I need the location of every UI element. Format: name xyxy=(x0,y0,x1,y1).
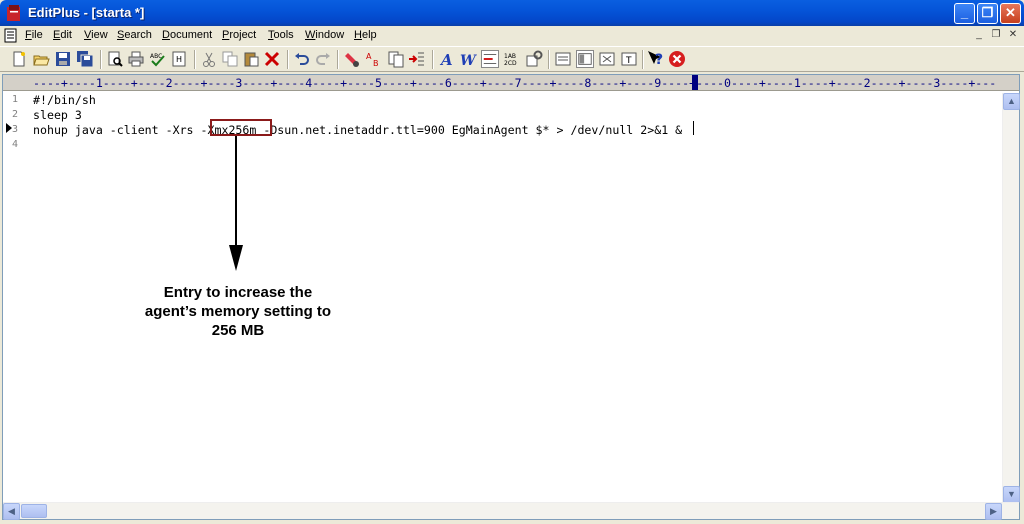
line-number: 4 xyxy=(12,139,19,150)
line-wrap-icon[interactable] xyxy=(481,50,499,68)
ruler-marks: ----+----1----+----2----+----3----+----4… xyxy=(33,76,997,90)
save-all-icon[interactable] xyxy=(76,50,94,68)
print-icon[interactable] xyxy=(127,50,145,68)
horizontal-scroll-thumb[interactable] xyxy=(21,504,47,518)
editor-pane[interactable]: ----+----1----+----2----+----3----+----4… xyxy=(2,74,1020,520)
menu-project[interactable]: Project xyxy=(222,29,256,41)
redo-icon[interactable] xyxy=(314,50,332,68)
new-file-icon[interactable] xyxy=(10,50,28,68)
menu-edit[interactable]: Edit xyxy=(53,29,72,41)
column-ruler: ----+----1----+----2----+----3----+----4… xyxy=(3,75,1019,91)
svg-text:H: H xyxy=(176,55,182,64)
toolbar-separator xyxy=(194,50,196,69)
code-line[interactable]: #!/bin/sh xyxy=(33,93,96,107)
menu-view[interactable]: View xyxy=(84,29,108,41)
document-icon[interactable]: H xyxy=(170,50,188,68)
svg-text:A: A xyxy=(439,51,453,68)
delete-icon[interactable] xyxy=(263,50,281,68)
menu-help[interactable]: Help xyxy=(354,29,377,41)
line-number-gutter: 1 2 3 4 xyxy=(3,92,29,502)
window-icon[interactable] xyxy=(554,50,572,68)
xmx-highlight-box xyxy=(210,119,272,136)
svg-text:B: B xyxy=(373,59,379,68)
annotation-line: agent’s memory setting to xyxy=(144,303,332,320)
annotation-callout: Entry to increase the agent’s memory set… xyxy=(118,283,358,340)
line-number: 2 xyxy=(12,109,19,120)
menu-tools[interactable]: Tools xyxy=(268,29,294,41)
spell-check-icon[interactable]: ABC xyxy=(149,50,167,68)
annotation-line: Entry to increase the xyxy=(163,284,313,301)
vertical-scrollbar[interactable]: ▲ ▼ xyxy=(1002,93,1020,503)
toolbar-separator xyxy=(287,50,289,69)
maximize-button[interactable]: ❐ xyxy=(977,3,998,24)
font-icon[interactable]: A xyxy=(438,50,456,68)
svg-text:A: A xyxy=(366,52,372,61)
window-title: EditPlus - [starta *] xyxy=(28,5,145,20)
open-folder-icon[interactable] xyxy=(32,50,50,68)
annotation-arrow-head xyxy=(229,245,243,271)
code-line[interactable]: sleep 3 xyxy=(33,108,82,122)
goto-icon[interactable] xyxy=(408,50,426,68)
copy-icon[interactable] xyxy=(221,50,239,68)
toolbar-separator xyxy=(337,50,339,69)
document-minimize-button[interactable]: _ xyxy=(972,29,986,42)
menu-window[interactable]: Window xyxy=(305,29,344,41)
text-caret xyxy=(693,121,694,135)
close-button[interactable]: ✕ xyxy=(1000,3,1021,24)
ruler-cursor-marker xyxy=(692,75,698,90)
svg-text:W: W xyxy=(460,53,477,68)
toolbar: ABC H AB A W 1AB 2CD T ? xyxy=(0,46,1024,72)
save-icon[interactable] xyxy=(54,50,72,68)
scroll-right-icon[interactable]: ▶ xyxy=(985,503,1002,520)
title-bar: EditPlus - [starta *] _ ❐ ✕ xyxy=(0,0,1024,26)
help-icon[interactable]: ? xyxy=(647,50,665,68)
find-icon[interactable] xyxy=(343,50,361,68)
line-number: 3 xyxy=(12,124,19,135)
replace-icon[interactable]: AB xyxy=(365,50,383,68)
paste-icon[interactable] xyxy=(242,50,260,68)
document-menu-icon[interactable] xyxy=(4,28,18,43)
clip-icon[interactable] xyxy=(598,50,616,68)
user-tool-icon[interactable]: T xyxy=(620,50,638,68)
code-line[interactable]: nohup java -client -Xrs -Xmx256m -Dsun.n… xyxy=(33,123,682,137)
annotation-line: 256 MB xyxy=(211,322,265,339)
toolbar-separator xyxy=(642,50,644,69)
annotation-arrow-line xyxy=(235,136,237,246)
svg-text:2CD: 2CD xyxy=(504,60,517,67)
undo-icon[interactable] xyxy=(293,50,311,68)
editplus-app-icon[interactable] xyxy=(5,4,23,22)
settings-icon[interactable] xyxy=(525,50,543,68)
current-line-marker-icon xyxy=(6,123,12,133)
document-restore-button[interactable]: ❐ xyxy=(989,29,1003,42)
browser-icon[interactable] xyxy=(576,50,594,68)
stop-icon[interactable] xyxy=(668,50,686,68)
svg-text:?: ? xyxy=(655,52,663,68)
scroll-down-icon[interactable]: ▼ xyxy=(1003,486,1020,503)
line-number: 1 xyxy=(12,94,19,105)
line-number-icon[interactable]: 1AB2CD xyxy=(503,50,521,68)
find-in-files-icon[interactable] xyxy=(387,50,405,68)
document-close-button[interactable]: ✕ xyxy=(1006,29,1020,42)
menu-document[interactable]: Document xyxy=(162,29,212,41)
toolbar-separator xyxy=(100,50,102,69)
svg-text:1AB: 1AB xyxy=(504,53,516,60)
menu-search[interactable]: Search xyxy=(117,29,152,41)
scroll-left-icon[interactable]: ◀ xyxy=(3,503,20,520)
word-wrap-icon[interactable]: W xyxy=(459,50,477,68)
print-preview-icon[interactable] xyxy=(106,50,124,68)
toolbar-separator xyxy=(548,50,550,69)
menu-bar: File Edit View Search Document Project T… xyxy=(0,26,1024,45)
toolbar-separator xyxy=(432,50,434,69)
menu-file[interactable]: File xyxy=(25,29,43,41)
cut-icon[interactable] xyxy=(200,50,218,68)
horizontal-scrollbar[interactable]: ◀ ▶ xyxy=(3,502,1019,520)
minimize-button[interactable]: _ xyxy=(954,3,975,24)
svg-text:T: T xyxy=(625,56,632,66)
scroll-up-icon[interactable]: ▲ xyxy=(1003,93,1020,110)
